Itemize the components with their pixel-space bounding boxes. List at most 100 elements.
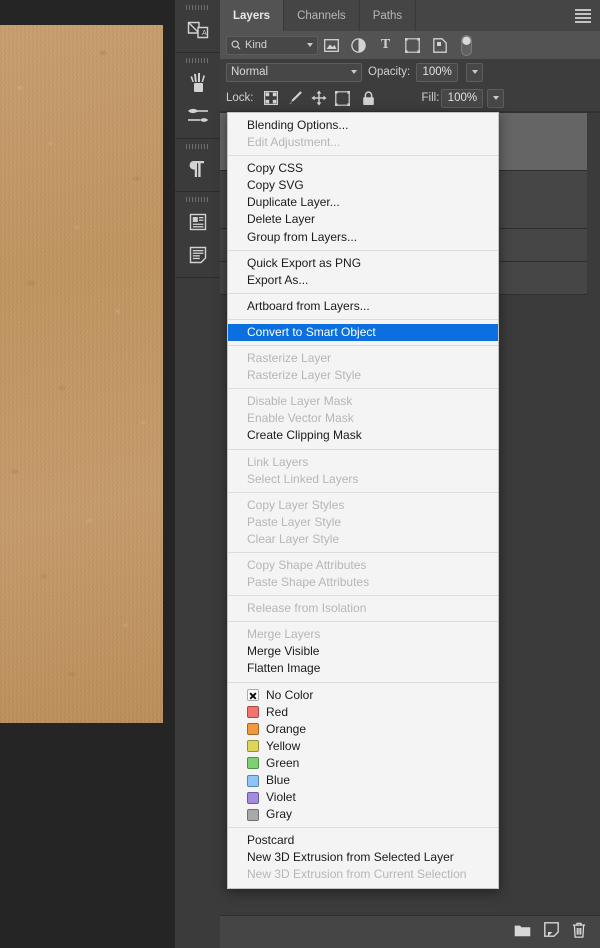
menu-item-export-as[interactable]: Export As... [228, 272, 498, 289]
menu-item-create-clipping-mask[interactable]: Create Clipping Mask [228, 427, 498, 444]
menu-item-disable-layer-mask: Disable Layer Mask [247, 394, 353, 409]
color-swatch-violet [247, 791, 259, 804]
tab-channels[interactable]: Channels [284, 0, 360, 31]
color-swatch-red [247, 706, 259, 719]
character-styles-icon[interactable] [175, 205, 220, 238]
paragraph-styles-icon[interactable] [175, 238, 220, 271]
menu-item-flatten-image[interactable]: Flatten Image [228, 660, 498, 677]
kraft-paper-image[interactable] [0, 25, 163, 723]
dock-empty-area [175, 278, 220, 948]
menu-item-yellow[interactable]: Yellow [228, 738, 498, 755]
blend-mode-select[interactable]: Normal [226, 62, 362, 82]
menu-item-label: Yellow [266, 738, 301, 753]
tab-layers[interactable]: Layers [220, 0, 285, 31]
menu-separator [228, 595, 498, 597]
menu-separator [228, 621, 498, 623]
lock-artboard-nesting-icon[interactable] [332, 87, 354, 109]
chevron-down-icon [471, 70, 478, 74]
panel-menu-icon[interactable] [575, 9, 591, 23]
menu-separator [228, 551, 498, 553]
panel-tab-bar: Layers Channels Paths [220, 0, 600, 31]
blend-mode-value: Normal [231, 66, 269, 78]
menu-item-quick-export-as-png[interactable]: Quick Export as PNG [228, 255, 498, 272]
layer-list-scrollbar[interactable] [587, 113, 600, 915]
new-group-icon[interactable] [514, 923, 531, 942]
chevron-down-icon [351, 70, 357, 74]
lock-transparent-pixels-icon[interactable] [260, 87, 282, 109]
menu-item-blue[interactable]: Blue [228, 772, 498, 789]
menu-item-label: Red [266, 704, 289, 719]
menu-separator [228, 249, 498, 251]
menu-item-label: Violet [266, 790, 296, 805]
menu-item-red[interactable]: Red [228, 704, 498, 721]
fill-input[interactable]: 100% [441, 88, 484, 108]
filter-kind-label: Kind [245, 39, 268, 51]
fill-stepper[interactable] [487, 88, 505, 108]
menu-item-label: Blue [266, 773, 291, 787]
filter-kind-select[interactable]: Kind [226, 35, 318, 55]
menu-separator [228, 448, 498, 450]
menu-item-postcard[interactable]: Postcard [228, 832, 498, 849]
menu-item-merge-visible[interactable]: Merge Visible [228, 643, 498, 660]
opacity-input[interactable]: 100% [416, 62, 459, 82]
lock-position-icon[interactable] [308, 87, 330, 109]
menu-item-group-from-layers[interactable]: Group from Layers... [228, 229, 498, 246]
menu-item-enable-vector-mask: Enable Vector Mask [247, 411, 354, 426]
dock-grip[interactable] [185, 144, 210, 149]
menu-item-release-from-isolation: Release from Isolation [247, 601, 367, 616]
type-layer-filter-icon[interactable]: T [372, 33, 399, 57]
adjustment-layer-filter-icon[interactable] [345, 33, 372, 57]
color-swatch-orange [247, 723, 259, 736]
menu-item-copy-svg[interactable]: Copy SVG [228, 177, 498, 194]
dock-grip[interactable] [185, 197, 210, 202]
menu-item-convert-to-smart-object[interactable]: Convert to Smart Object [228, 323, 498, 342]
layer-context-menu[interactable]: Blending Options... Edit Adjustment... Cop… [227, 112, 499, 889]
menu-item-label: No Color [266, 687, 314, 702]
menu-separator [228, 292, 498, 294]
delete-layer-icon[interactable] [572, 922, 586, 943]
menu-item-new-3d-extrusion-from-selected-layer[interactable]: New 3D Extrusion from Selected Layer [228, 849, 498, 866]
opacity-stepper[interactable] [466, 62, 484, 82]
menu-item-delete-layer[interactable]: Delete Layer [228, 211, 498, 228]
menu-item-violet[interactable]: Violet [228, 789, 498, 806]
opacity-label: Opacity: [368, 66, 411, 78]
menu-item-artboard-from-layers[interactable]: Artboard from Layers... [228, 298, 498, 315]
menu-separator [228, 491, 498, 493]
menu-item-green[interactable]: Green [228, 755, 498, 772]
menu-separator [228, 827, 498, 829]
layers-panel-footer [220, 915, 600, 948]
brushes-icon[interactable] [175, 66, 220, 99]
dock-grip[interactable] [185, 58, 210, 63]
menu-item-rasterize-layer-style: Rasterize Layer Style [247, 368, 362, 383]
menu-item-paste-layer-style: Paste Layer Style [247, 514, 342, 529]
brush-settings-icon[interactable] [175, 99, 220, 132]
lock-all-icon[interactable] [358, 87, 380, 109]
dock-grip[interactable] [185, 5, 210, 10]
fill-label: Fill: [421, 92, 440, 104]
shape-layer-filter-icon[interactable] [399, 33, 426, 57]
menu-item-gray[interactable]: Gray [228, 806, 498, 823]
lock-image-pixels-icon[interactable] [284, 87, 306, 109]
pixel-layer-filter-icon[interactable] [318, 33, 345, 57]
photoshop-window: A Layers Channels Paths Kind T Normal Op… [0, 0, 600, 948]
menu-item-blending-options[interactable]: Blending Options... [228, 117, 498, 134]
chevron-down-icon [307, 43, 313, 47]
filter-toggle-switch[interactable] [453, 33, 480, 57]
color-swatch-green [247, 757, 259, 770]
paragraph-icon[interactable] [175, 152, 220, 185]
libraries-icon[interactable]: A [175, 13, 220, 46]
menu-item-no-color[interactable]: No Color [228, 687, 498, 704]
collapsed-panel-dock: A [175, 0, 220, 948]
menu-item-copy-css[interactable]: Copy CSS [228, 160, 498, 177]
tab-paths[interactable]: Paths [360, 0, 417, 31]
smart-object-filter-icon[interactable] [426, 33, 453, 57]
menu-item-edit-adjustment: Edit Adjustment... [247, 135, 341, 150]
menu-item-rasterize-layer: Rasterize Layer [247, 351, 332, 366]
menu-item-merge-layers: Merge Layers [247, 627, 321, 642]
new-layer-icon[interactable] [544, 922, 559, 942]
menu-item-duplicate-layer[interactable]: Duplicate Layer... [228, 194, 498, 211]
dock-group-styles [175, 192, 220, 278]
dock-group-libraries: A [175, 0, 220, 53]
blend-mode-row: Normal Opacity: 100% [220, 59, 600, 85]
menu-item-orange[interactable]: Orange [228, 721, 498, 738]
